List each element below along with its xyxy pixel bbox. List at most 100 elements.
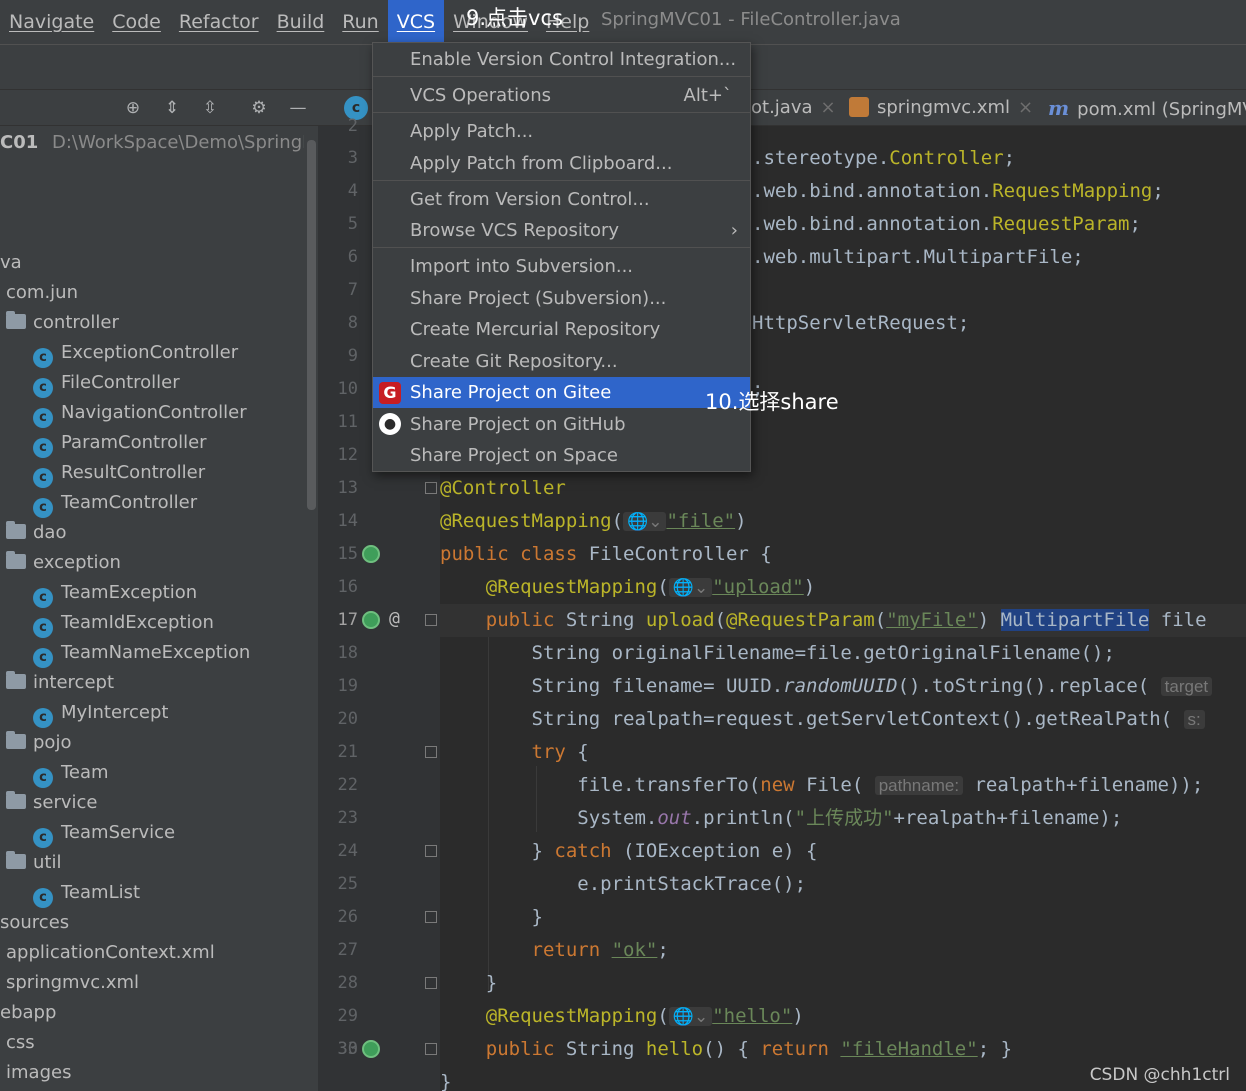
code-token: ) xyxy=(735,510,747,532)
tree-node[interactable]: c MyIntercept xyxy=(33,698,169,728)
gitee-icon: G xyxy=(379,382,401,404)
tree-node[interactable]: c TeamController xyxy=(33,488,197,518)
hide-icon[interactable]: — xyxy=(286,96,310,120)
menu-run[interactable]: Run xyxy=(333,0,387,44)
code-token: @RequestParam xyxy=(726,609,875,631)
vcs-menu-item[interactable]: Create Mercurial Repository xyxy=(373,314,750,345)
vcs-menu-item[interactable]: Apply Patch from Clipboard... xyxy=(373,148,750,179)
code-line: String filename= UUID.randomUUID().toStr… xyxy=(440,670,1213,703)
tab-springmvc-xml[interactable]: springmvc.xml × xyxy=(849,90,1033,126)
tree-node[interactable]: service xyxy=(6,788,97,818)
class-icon: c xyxy=(33,648,53,668)
tree-node-label: intercept xyxy=(33,672,114,693)
fold-marker-icon[interactable] xyxy=(425,911,437,923)
vcs-menu-item[interactable]: G Share Project on Gitee xyxy=(373,377,750,408)
fold-marker-icon[interactable] xyxy=(425,614,437,626)
tree-node[interactable]: c ParamController xyxy=(33,428,207,458)
code-line: public String upload(@RequestParam("myFi… xyxy=(440,604,1246,637)
vcs-menu-item[interactable]: Share Project on Space xyxy=(373,440,750,471)
vcs-menu-item[interactable]: VCS Operations Alt+` xyxy=(373,80,750,111)
menu-refactor[interactable]: Refactor xyxy=(170,0,268,44)
code-token: ) xyxy=(792,1005,804,1027)
tree-node[interactable]: c TeamService xyxy=(33,818,175,848)
tree-node[interactable]: sources xyxy=(0,908,69,938)
vcs-menu-item[interactable]: Enable Version Control Integration... xyxy=(373,44,750,75)
gear-icon[interactable]: ⚙ xyxy=(247,96,271,120)
fold-marker-icon[interactable] xyxy=(425,977,437,989)
tree-node[interactable]: dao xyxy=(6,518,66,548)
tree-node[interactable]: c FileController xyxy=(33,368,180,398)
scrollbar-thumb[interactable] xyxy=(307,140,316,510)
menu-build[interactable]: Build xyxy=(268,0,334,44)
code-token: RequestParam xyxy=(992,213,1130,235)
tree-node[interactable]: c NavigationController xyxy=(33,398,247,428)
locate-icon[interactable]: ⊕ xyxy=(121,96,145,120)
code-token: "fileHandle" xyxy=(840,1038,978,1060)
vcs-menu-item[interactable]: Apply Patch... xyxy=(373,116,750,147)
code-token: .web.bind.annotation. xyxy=(752,213,993,235)
tree-node[interactable]: springmvc.xml xyxy=(6,968,139,998)
code-token: ; xyxy=(1003,147,1016,169)
vcs-menu-item[interactable]: ● Share Project on GitHub xyxy=(373,409,750,440)
tree-node[interactable]: images xyxy=(6,1058,71,1088)
bean-gutter-icon[interactable] xyxy=(362,1040,380,1058)
close-icon[interactable]: × xyxy=(821,97,836,118)
tree-node[interactable]: c TeamNameException xyxy=(33,638,250,668)
tree-node[interactable]: controller xyxy=(6,308,119,338)
vcs-menu-item[interactable]: Browse VCS Repository › xyxy=(373,215,750,246)
tree-node[interactable]: css xyxy=(6,1028,35,1058)
tree-node[interactable]: com.jun xyxy=(6,278,78,308)
fold-marker-icon[interactable] xyxy=(425,746,437,758)
vcs-menu-item[interactable]: Share Project (Subversion)... xyxy=(373,283,750,314)
tree-node[interactable]: util xyxy=(6,848,61,878)
project-root[interactable]: C01 D:\WorkSpace\Demo\SpringMVC xyxy=(0,128,304,158)
vcs-menu-item[interactable]: Get from Version Control... xyxy=(373,184,750,215)
vcs-menu-item[interactable]: Create Git Repository... xyxy=(373,346,750,377)
bean-gutter-icon[interactable] xyxy=(362,611,380,629)
code-token: try xyxy=(531,741,578,763)
folder-icon xyxy=(6,791,26,809)
fold-marker-icon[interactable] xyxy=(425,482,437,494)
menu-code[interactable]: Code xyxy=(103,0,170,44)
folder-icon xyxy=(6,851,26,869)
tree-node[interactable]: ebapp xyxy=(0,998,56,1028)
vcs-menu-item[interactable]: Import into Subversion... xyxy=(373,251,750,282)
bean-gutter-icon[interactable] xyxy=(362,545,380,563)
code-token: MultipartFile xyxy=(1000,609,1150,631)
collapse-all-icon[interactable]: ⇳ xyxy=(198,96,222,120)
fold-marker-icon[interactable] xyxy=(425,1043,437,1055)
expand-all-icon[interactable]: ⇕ xyxy=(160,96,184,120)
tree-node[interactable]: c TeamException xyxy=(33,578,197,608)
tree-node-label: FileController xyxy=(61,372,180,393)
code-token: File( xyxy=(806,774,875,796)
tree-node[interactable]: c TeamIdException xyxy=(33,608,214,638)
close-icon[interactable]: × xyxy=(1018,97,1033,118)
menu-vcs[interactable]: VCS xyxy=(387,0,445,44)
tree-node[interactable]: c ResultController xyxy=(33,458,205,488)
line-number: 5 xyxy=(347,214,358,234)
tab-pom-xml[interactable]: m pom.xml (SpringMV xyxy=(1048,90,1246,126)
tree-node[interactable]: c Team xyxy=(33,758,109,788)
tree-node[interactable]: pojo xyxy=(6,728,71,758)
tree-node[interactable]: exception xyxy=(6,548,121,578)
menu-navigate[interactable]: Navigate xyxy=(0,0,103,44)
tree-node[interactable]: applicationContext.xml xyxy=(6,938,215,968)
tree-node[interactable]: c ExceptionController xyxy=(33,338,238,368)
fold-marker-icon[interactable] xyxy=(425,845,437,857)
tree-node[interactable]: c TeamList xyxy=(33,878,140,908)
tab-java[interactable]: ot.java × xyxy=(751,90,836,126)
code-line: return "ok"; xyxy=(440,934,669,967)
class-icon: c xyxy=(33,468,53,488)
tree-node[interactable]: intercept xyxy=(6,668,114,698)
code-line: file.transferTo(new File( pathname: real… xyxy=(440,769,1203,802)
code-line: @Controller xyxy=(440,472,566,505)
code-token: +realpath+filename); xyxy=(893,807,1123,829)
annotation-gutter-icon[interactable]: @ xyxy=(389,608,400,629)
tree-node[interactable]: va xyxy=(0,248,22,278)
project-scrollbar[interactable] xyxy=(304,126,318,1091)
code-token: HttpServletRequest; xyxy=(752,312,970,334)
code-token: .web.multipart.MultipartFile; xyxy=(752,246,1084,268)
code-token: } xyxy=(440,972,498,994)
class-icon: c xyxy=(33,768,53,788)
